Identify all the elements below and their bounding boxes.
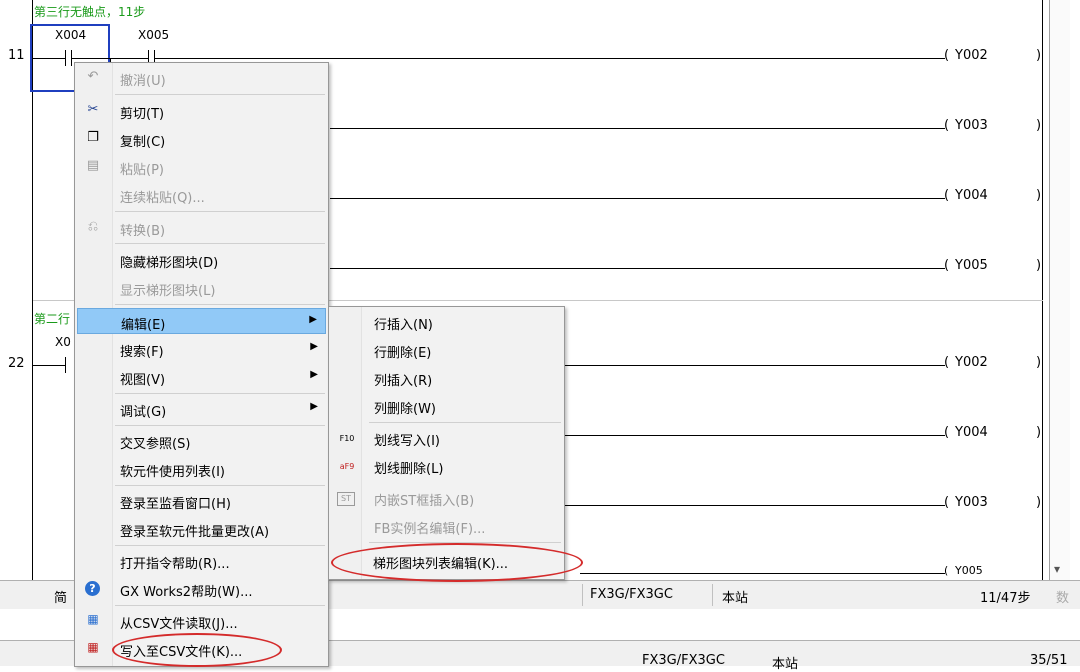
rung-line <box>330 198 945 199</box>
line-write-icon: F10 <box>339 434 355 443</box>
st-box-icon: ST <box>337 492 355 506</box>
menu-item-hide-ladder-block[interactable]: 隐藏梯形图块(D) <box>77 247 326 273</box>
status-steps: 11/47步 <box>980 591 1031 606</box>
rung-line <box>33 365 65 366</box>
rung-line <box>563 435 945 436</box>
annotation-ellipse <box>331 543 583 582</box>
step-number: 22 <box>8 356 25 371</box>
submenu-item-col-delete[interactable]: 列删除(W) <box>331 393 562 419</box>
submenu-item-fb-instance-edit[interactable]: FB实例名编辑(F)... <box>331 513 562 539</box>
rung-line <box>563 365 945 366</box>
chevron-down-icon[interactable]: ▾ <box>1054 562 1060 576</box>
menu-item-debug[interactable]: 调试(G) ▶ <box>77 396 326 422</box>
contact-symbol[interactable] <box>65 357 66 373</box>
help-icon: ? <box>85 581 100 596</box>
copy-icon: ❐ <box>87 130 99 145</box>
right-power-rail <box>1042 0 1043 580</box>
menu-item-device-list[interactable]: 软元件使用列表(I) <box>77 456 326 482</box>
ladder-comment: 第二行 <box>34 312 71 326</box>
menu-item-paste[interactable]: ▤ 粘贴(P) <box>77 154 326 180</box>
csv-read-icon: ▦ <box>87 612 99 626</box>
undo-icon: ↶ <box>87 69 99 84</box>
menu-item-undo[interactable]: ↶ 撤消(U) <box>77 65 326 91</box>
chevron-right-icon: ▶ <box>310 401 318 412</box>
chevron-right-icon: ▶ <box>310 341 318 352</box>
status-steps: 35/51 <box>1030 653 1068 668</box>
submenu-item-st-box-insert[interactable]: ST 内嵌ST框插入(B) <box>331 485 562 511</box>
contact-symbol[interactable] <box>65 50 66 66</box>
status-station: 本站 <box>722 591 749 606</box>
context-menu[interactable]: ↶ 撤消(U) ✂ 剪切(T) ❐ 复制(C) ▤ 粘贴(P) 连续粘贴(Q).… <box>74 62 329 667</box>
rung-line <box>580 573 945 574</box>
contact-label: X005 <box>138 28 170 42</box>
submenu-item-col-insert[interactable]: 列插入(R) <box>331 365 562 391</box>
menu-item-gxworks-help[interactable]: ? GX Works2帮助(W)... <box>77 576 326 602</box>
csv-write-icon: ▦ <box>87 640 99 654</box>
menu-item-register-watch[interactable]: 登录至监看窗口(H) <box>77 488 326 514</box>
menu-item-show-ladder-block[interactable]: 显示梯形图块(L) <box>77 275 326 301</box>
convert-icon: ⎌ <box>87 219 99 234</box>
status-plc-model: FX3G/FX3GC <box>590 587 673 602</box>
rung-line <box>33 58 65 59</box>
paste-icon: ▤ <box>86 158 100 173</box>
menu-item-paste-continuous[interactable]: 连续粘贴(Q)... <box>77 182 326 208</box>
menu-item-instruction-help[interactable]: 打开指令帮助(R)... <box>77 548 326 574</box>
ladder-comment: 第三行无触点，11步 <box>34 5 146 19</box>
rung-line <box>563 505 945 506</box>
menu-item-read-csv[interactable]: ▦ 从CSV文件读取(J)... <box>77 608 326 634</box>
chevron-right-icon: ▶ <box>310 369 318 380</box>
submenu-item-row-delete[interactable]: 行删除(E) <box>331 337 562 363</box>
status-plc-model: FX3G/FX3GC <box>642 653 725 668</box>
status-left: 简 <box>54 591 68 606</box>
rung-line <box>330 128 945 129</box>
menu-item-search[interactable]: 搜索(F) ▶ <box>77 336 326 362</box>
menu-item-convert[interactable]: ⎌ 转换(B) <box>77 215 326 241</box>
scissors-icon: ✂ <box>87 102 99 117</box>
annotation-ellipse <box>112 633 282 667</box>
step-number: 11 <box>8 48 25 63</box>
contact-label: X0 <box>55 335 71 349</box>
menu-item-copy[interactable]: ❐ 复制(C) <box>77 126 326 152</box>
vertical-scrollbar[interactable]: ▾ <box>1049 0 1070 580</box>
menu-item-register-batch-change[interactable]: 登录至软元件批量更改(A) <box>77 516 326 542</box>
status-station: 本站 <box>772 657 799 672</box>
menu-item-cross-reference[interactable]: 交叉参照(S) <box>77 428 326 454</box>
submenu-item-line-write[interactable]: F10 划线写入(I) <box>331 425 562 451</box>
rung-line <box>155 58 945 59</box>
menu-item-cut[interactable]: ✂ 剪切(T) <box>77 98 326 124</box>
rung-line <box>330 268 945 269</box>
chevron-right-icon: ▶ <box>309 314 317 325</box>
menu-item-view[interactable]: 视图(V) ▶ <box>77 364 326 390</box>
submenu-item-row-insert[interactable]: 行插入(N) <box>331 309 562 335</box>
submenu-item-line-delete[interactable]: aF9 划线删除(L) <box>331 453 562 479</box>
status-extra: 数 <box>1056 591 1070 606</box>
edit-submenu[interactable]: 行插入(N) 行删除(E) 列插入(R) 列删除(W) F10 划线写入(I) … <box>328 306 565 580</box>
line-delete-icon: aF9 <box>339 462 355 471</box>
menu-item-edit[interactable]: 编辑(E) ▶ <box>77 308 326 334</box>
